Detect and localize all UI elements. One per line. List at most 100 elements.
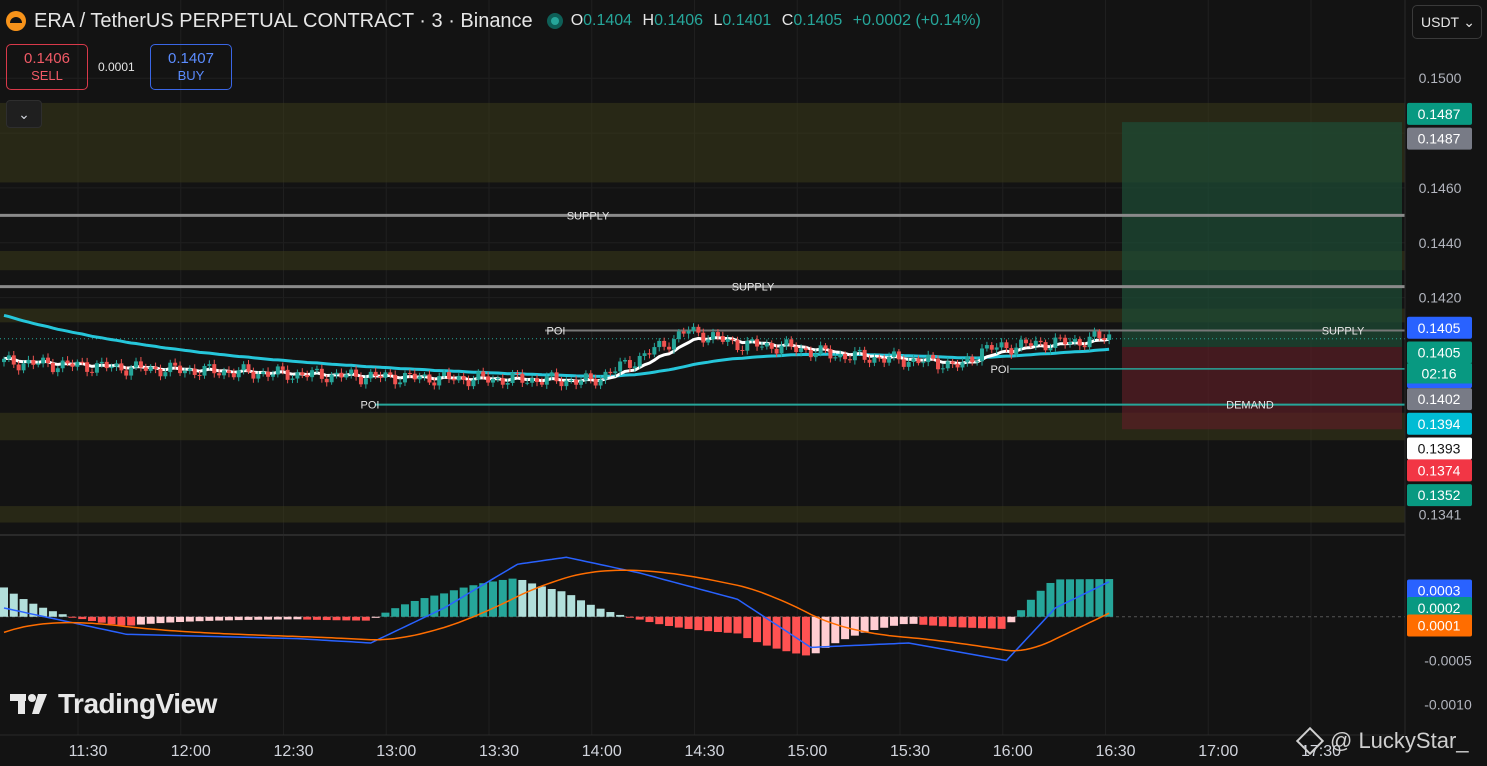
candle: [603, 369, 608, 384]
macd-histogram-bar: [733, 616, 742, 634]
candle-body: [1009, 348, 1014, 355]
macd-histogram-bar: [400, 604, 409, 617]
candle: [926, 350, 931, 367]
candle: [740, 345, 745, 355]
candle-body: [764, 342, 769, 347]
candle: [579, 376, 584, 389]
candle-body: [427, 374, 432, 383]
candle-body: [1082, 345, 1087, 348]
candle-body: [11, 355, 16, 365]
candle: [60, 356, 65, 373]
candle-body: [970, 356, 975, 363]
macd-line: [3, 556, 1110, 662]
macd-histogram-bar: [156, 616, 165, 624]
collapse-button[interactable]: ⌄: [6, 100, 42, 128]
candle: [891, 347, 896, 361]
spread-value: 0.0001: [98, 60, 135, 74]
candle-body: [437, 376, 442, 386]
candle-body: [583, 373, 588, 381]
candle-body: [55, 368, 60, 373]
macd-histogram-bar: [567, 595, 576, 617]
supply-demand-zone: [0, 506, 1405, 523]
candle-body: [755, 339, 760, 347]
tradingview-watermark[interactable]: TradingView: [10, 688, 217, 720]
price-chart[interactable]: SUPPLY SUPPLY SUPPLY POI POI POI DEMAND 11:30 1…: [0, 0, 1487, 766]
candle-body: [6, 355, 11, 359]
candle-body: [378, 376, 383, 378]
candle: [984, 341, 989, 352]
macd-price-label: 0.0002: [1418, 600, 1461, 616]
candle-body: [388, 372, 393, 375]
macd-histogram-bar: [831, 616, 840, 644]
macd-histogram-bar: [987, 616, 996, 629]
candle-body: [41, 357, 46, 364]
macd-histogram-bar: [850, 616, 859, 636]
candle-body: [446, 371, 451, 379]
candle-body: [872, 357, 877, 363]
macd-histogram-bar: [215, 616, 224, 621]
candle: [515, 370, 520, 378]
candle: [85, 357, 90, 377]
macd-histogram-bar: [547, 589, 556, 617]
candle-body: [559, 381, 564, 387]
candle: [41, 354, 46, 368]
candle-body: [85, 362, 90, 372]
candle-body: [65, 360, 70, 364]
candle: [1107, 329, 1112, 345]
symbol-title[interactable]: ERA / TetherUS PERPETUAL CONTRACT · 3 · …: [34, 10, 533, 33]
candle-body: [270, 374, 275, 377]
macd-histogram-bar: [665, 616, 674, 626]
buy-label: BUY: [177, 68, 205, 83]
macd-histogram-bar: [19, 599, 28, 617]
candle: [451, 374, 456, 385]
candle-body: [217, 373, 222, 376]
sell-button[interactable]: 0.1406 SELL: [6, 44, 88, 90]
candle-body: [530, 378, 535, 383]
candle-body: [339, 372, 344, 378]
candle: [231, 368, 236, 380]
ohlc-legend: O0.1404 H0.1406 L0.1401 C0.1405 +0.0002 …: [570, 12, 981, 29]
candle: [285, 365, 290, 384]
candle: [720, 331, 725, 345]
price-label: 0.1352: [1418, 487, 1461, 503]
candle-body: [711, 332, 716, 340]
candle-body: [725, 339, 730, 342]
candle-body: [847, 359, 852, 361]
candle-body: [613, 371, 618, 374]
candle: [686, 326, 691, 338]
candle-body: [310, 370, 315, 378]
candle: [104, 357, 109, 372]
candle: [461, 372, 466, 385]
candle: [236, 367, 241, 382]
candle-body: [667, 346, 672, 350]
candle-body: [285, 369, 290, 380]
macd-histogram-bar: [0, 587, 8, 617]
candle: [583, 370, 588, 384]
macd-histogram-bar: [606, 612, 615, 617]
macd-price-label: 0.0003: [1418, 583, 1461, 599]
price-label: 0.1405: [1418, 344, 1461, 360]
candle-body: [36, 363, 41, 365]
candle-body: [510, 373, 515, 383]
candle-body: [789, 339, 794, 347]
candle: [989, 342, 994, 354]
currency-select[interactable]: USDT ⌄: [1412, 5, 1482, 39]
candle: [319, 364, 324, 383]
candle-body: [261, 371, 266, 374]
candle-body: [720, 336, 725, 342]
candle-body: [759, 346, 764, 348]
macd-tick-label: -0.0005: [1424, 653, 1472, 669]
buy-button[interactable]: 0.1407 BUY: [150, 44, 232, 90]
candle: [393, 370, 398, 389]
candle-body: [305, 374, 310, 378]
candle-body: [916, 358, 921, 364]
candle-body: [906, 362, 911, 367]
macd-histogram-bar: [332, 616, 341, 621]
market-status-icon[interactable]: [546, 13, 563, 29]
candle-body: [965, 356, 970, 363]
candle: [300, 368, 305, 379]
macd-histogram-bar: [772, 616, 781, 649]
candle-body: [187, 368, 192, 371]
candle-body: [314, 368, 319, 371]
chevron-down-icon: ⌄: [1463, 13, 1475, 30]
